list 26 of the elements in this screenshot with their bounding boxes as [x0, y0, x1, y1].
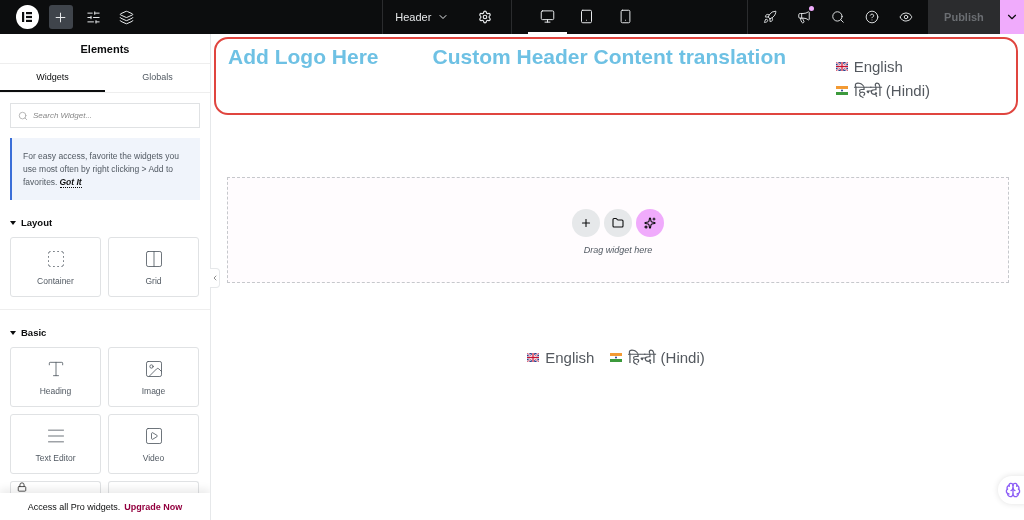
widget-card[interactable]: Image — [108, 347, 199, 408]
language-link[interactable]: English — [527, 347, 595, 367]
search-field[interactable]: Search Widget... — [10, 103, 200, 128]
widget-card[interactable]: Heading — [10, 347, 101, 408]
language-link[interactable]: English — [835, 58, 930, 75]
widget-card[interactable]: Video — [108, 414, 199, 475]
panel-tab[interactable]: Widgets — [0, 64, 105, 92]
language-link[interactable]: हिन्दी (Hindi) — [610, 347, 705, 367]
promo-text: Access all Pro widgets. — [27, 501, 121, 512]
header-title: Custom Header Content translation — [432, 45, 787, 69]
got-it-link[interactable]: Got It — [59, 176, 82, 188]
logo-placeholder: Add Logo Here — [228, 45, 379, 69]
section-header[interactable]: Layout — [0, 200, 210, 238]
panel-title: Elements — [0, 34, 210, 64]
tip-message: For easy access, favorite the widgets you use most often by right clicking > Add to favorites. Got It — [10, 138, 200, 201]
section-header[interactable]: Basic — [0, 310, 210, 348]
header-section[interactable]: Add Logo Here Custom Header Content translation English हिन्दी (Hindi) — [214, 37, 1018, 115]
panel-tab[interactable]: Globals — [105, 64, 210, 92]
language-link[interactable]: हिन्दी (Hindi) — [835, 80, 930, 100]
document-dropdown[interactable]: Header — [395, 11, 450, 23]
upgrade-link[interactable]: Upgrade Now — [124, 501, 183, 512]
drop-hint: Drag widget here — [583, 245, 653, 255]
drop-zone[interactable]: Drag widget here — [227, 177, 1009, 283]
widget-card[interactable]: Container — [10, 237, 101, 298]
widget-card[interactable]: Text Editor — [10, 414, 101, 475]
widget-card[interactable]: Grid — [108, 237, 199, 298]
